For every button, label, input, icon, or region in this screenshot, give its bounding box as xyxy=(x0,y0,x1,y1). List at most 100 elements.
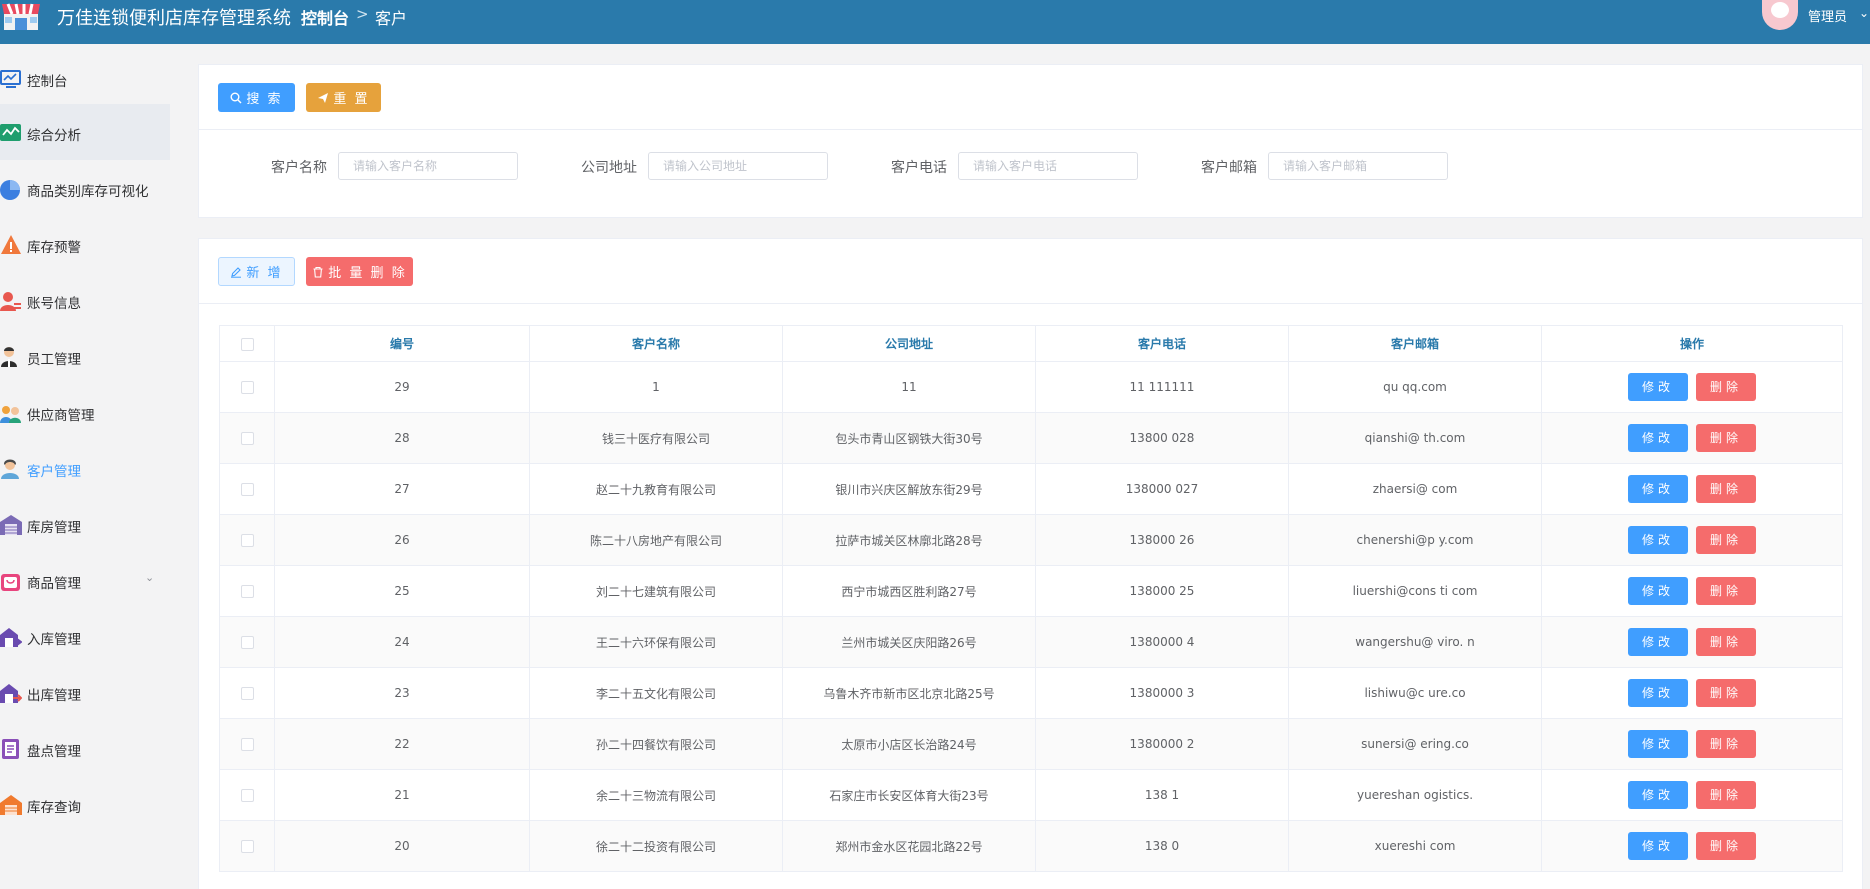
delete-button[interactable]: 删除 xyxy=(1696,577,1756,605)
user-menu[interactable]: 管理员 xyxy=(1808,6,1847,25)
edit-button[interactable]: 修改 xyxy=(1628,832,1688,860)
cell-email: qianshi@ th.com xyxy=(1288,412,1542,464)
edit-button[interactable]: 修改 xyxy=(1628,373,1688,401)
table-row: 26 陈二十八房地产有限公司 拉萨市城关区林廓北路28号 138000 26 chene… xyxy=(219,514,1843,566)
column-header[interactable]: 公司地址 xyxy=(782,325,1036,362)
edit-button[interactable]: 修改 xyxy=(1628,679,1688,707)
edit-button[interactable]: 修改 xyxy=(1628,526,1688,554)
sidebar-item-label: 入库管理 xyxy=(27,632,81,648)
top-header: 万佳连锁便利店库存管理系统 控制台 > 客户 管理员 ⌄ xyxy=(0,0,1870,44)
delete-button[interactable]: 删除 xyxy=(1696,832,1756,860)
search-panel: 搜 索 重 置 客户名称 公司地址 客户电话 客户邮箱 xyxy=(198,64,1863,218)
sidebar-item-analysis[interactable]: 综合分析 xyxy=(0,104,170,160)
column-header[interactable]: 客户邮箱 xyxy=(1288,325,1542,362)
reset-button[interactable]: 重 置 xyxy=(306,83,381,112)
company-address-input[interactable] xyxy=(648,152,828,180)
cell-customer-name: 陈二十八房地产有限公司 xyxy=(529,514,783,566)
edit-button[interactable]: 修改 xyxy=(1628,730,1688,758)
table-row: 24 王二十六环保有限公司 兰州市城关区庆阳路26号 1380000 4 wangers… xyxy=(219,616,1843,668)
breadcrumb-current: 客户 xyxy=(375,9,408,28)
sidebar-item-stock-query[interactable]: 库存查询 xyxy=(0,776,170,832)
table-row: 21 余二十三物流有限公司 石家庄市长安区体育大街23号 138 1 yuereshan… xyxy=(219,769,1843,821)
cell-company-address: 兰州市城关区庆阳路26号 xyxy=(782,616,1036,668)
edit-button[interactable]: 修改 xyxy=(1628,628,1688,656)
edit-button[interactable]: 修改 xyxy=(1628,781,1688,809)
add-button[interactable]: 新 增 xyxy=(218,257,295,286)
chevron-down-icon[interactable]: ⌄ xyxy=(145,571,154,584)
sidebar-item-label: 库存预警 xyxy=(27,240,81,256)
delete-button[interactable]: 删除 xyxy=(1696,475,1756,503)
cell-email: sunersi@ ering.co xyxy=(1288,718,1542,770)
cell-customer-name: 李二十五文化有限公司 xyxy=(529,667,783,719)
row-checkbox[interactable] xyxy=(240,432,254,445)
row-checkbox[interactable] xyxy=(240,636,254,649)
cell-id: 25 xyxy=(274,565,530,617)
avatar[interactable] xyxy=(1762,0,1798,30)
customer-email-label: 客户邮箱 xyxy=(1201,160,1257,176)
delete-button[interactable]: 删除 xyxy=(1696,373,1756,401)
reset-button-label: 重 置 xyxy=(333,92,370,107)
table-row: 27 赵二十九教育有限公司 银川市兴庆区解放东街29号 138000 027 zhaer… xyxy=(219,463,1843,515)
select-all-checkbox[interactable] xyxy=(240,337,254,351)
row-checkbox[interactable] xyxy=(240,483,254,496)
cell-actions: 修改 删除 xyxy=(1541,769,1843,821)
cell-email: zhaersi@ com xyxy=(1288,463,1542,515)
sidebar-item-supplier[interactable]: 供应商管理 xyxy=(0,384,170,440)
delete-button[interactable]: 删除 xyxy=(1696,526,1756,554)
row-checkbox[interactable] xyxy=(240,585,254,598)
cell-company-address: 包头市青山区钢铁大街30号 xyxy=(782,412,1036,464)
edit-button[interactable]: 修改 xyxy=(1628,577,1688,605)
sidebar-item-warehouse[interactable]: 库房管理 xyxy=(0,496,170,552)
sidebar-item-label: 出库管理 xyxy=(27,688,81,704)
cell-phone: 11 111111 xyxy=(1035,361,1289,413)
column-header[interactable]: 客户名称 xyxy=(529,325,783,362)
monitor-icon xyxy=(0,68,22,90)
account-icon xyxy=(0,290,22,312)
sidebar-item-employee[interactable]: 员工管理 xyxy=(0,328,170,384)
customer-email-input[interactable] xyxy=(1268,152,1448,180)
sidebar-item-account[interactable]: 账号信息 xyxy=(0,272,170,328)
customer-name-input[interactable] xyxy=(338,152,518,180)
table-row: 28 钱三十医疗有限公司 包头市青山区钢铁大街30号 13800 028 qianshi… xyxy=(219,412,1843,464)
sidebar-item-category-visual[interactable]: 商品类别库存可视化 xyxy=(0,160,170,216)
row-select-cell xyxy=(219,769,275,821)
column-header[interactable]: 客户电话 xyxy=(1035,325,1289,362)
row-checkbox[interactable] xyxy=(240,381,254,394)
cell-actions: 修改 删除 xyxy=(1541,616,1843,668)
search-button[interactable]: 搜 索 xyxy=(218,83,295,112)
edit-button[interactable]: 修改 xyxy=(1628,475,1688,503)
sidebar-item-goods[interactable]: 商品管理 ⌄ xyxy=(0,552,170,608)
cell-phone: 1380000 4 xyxy=(1035,616,1289,668)
pie-chart-icon xyxy=(0,178,22,200)
table-row: 25 刘二十七建筑有限公司 西宁市城西区胜利路27号 138000 25 liuersh… xyxy=(219,565,1843,617)
row-select-cell xyxy=(219,667,275,719)
column-header[interactable]: 编号 xyxy=(274,325,530,362)
delete-button[interactable]: 删除 xyxy=(1696,628,1756,656)
delete-button[interactable]: 删除 xyxy=(1696,781,1756,809)
chevron-down-icon[interactable]: ⌄ xyxy=(1859,6,1869,20)
row-checkbox[interactable] xyxy=(240,789,254,802)
row-checkbox[interactable] xyxy=(240,534,254,547)
sidebar-item-inventory-check[interactable]: 盘点管理 xyxy=(0,720,170,776)
sidebar-item-stock-warning[interactable]: 库存预警 xyxy=(0,216,170,272)
delete-button[interactable]: 删除 xyxy=(1696,424,1756,452)
cell-email: xuereshi com xyxy=(1288,820,1542,872)
delete-button[interactable]: 删除 xyxy=(1696,679,1756,707)
cell-id: 29 xyxy=(274,361,530,413)
row-checkbox[interactable] xyxy=(240,840,254,853)
goods-icon xyxy=(0,570,22,592)
sidebar-item-stock-out[interactable]: 出库管理 xyxy=(0,664,170,720)
row-checkbox[interactable] xyxy=(240,687,254,700)
delete-button[interactable]: 删除 xyxy=(1696,730,1756,758)
table-row: 20 徐二十二投资有限公司 郑州市金水区花园北路22号 138 0 xuereshi c… xyxy=(219,820,1843,872)
cell-company-address: 乌鲁木齐市新市区北京北路25号 xyxy=(782,667,1036,719)
breadcrumb-home[interactable]: 控制台 xyxy=(301,5,349,29)
sidebar-item-dashboard[interactable]: 控制台 xyxy=(0,50,170,106)
cell-email: qu qq.com xyxy=(1288,361,1542,413)
edit-button[interactable]: 修改 xyxy=(1628,424,1688,452)
customer-phone-input[interactable] xyxy=(958,152,1138,180)
batch-delete-button[interactable]: 批 量 删 除 xyxy=(306,257,413,286)
sidebar-item-customer[interactable]: 客户管理 xyxy=(0,440,170,496)
sidebar-item-stock-in[interactable]: 入库管理 xyxy=(0,608,170,664)
row-checkbox[interactable] xyxy=(240,738,254,751)
